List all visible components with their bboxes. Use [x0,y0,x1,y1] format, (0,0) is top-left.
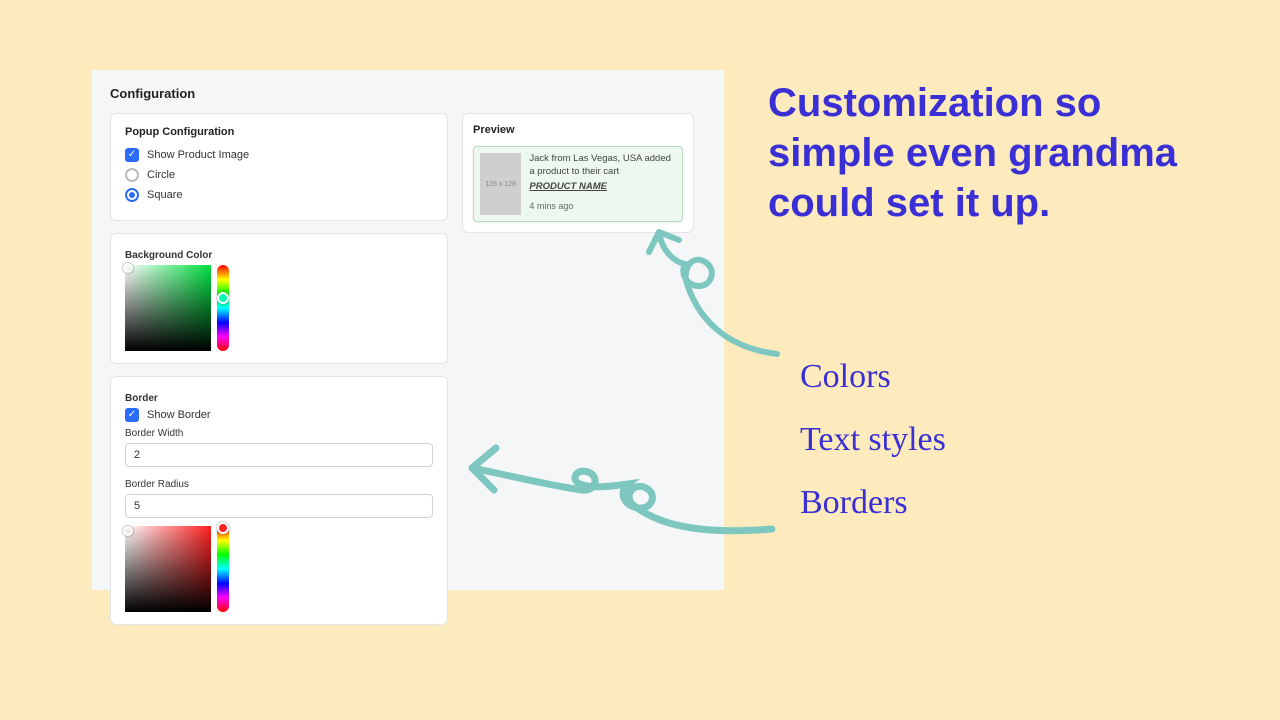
preview-thumbnail: 128 x 128 [480,153,521,215]
popup-config-card: Popup Configuration ✓ Show Product Image… [110,113,448,221]
bullet-borders: Borders [800,472,946,535]
popup-config-title: Popup Configuration [125,126,433,138]
show-product-image-label: Show Product Image [147,149,249,161]
configuration-panel: Configuration Popup Configuration ✓ Show… [92,70,724,590]
border-radius-input[interactable] [125,494,433,518]
preview-timestamp: 4 mins ago [529,201,676,211]
border-color-hue-slider[interactable] [217,526,229,612]
background-color-card: Background Color [110,233,448,364]
shape-circle-radio[interactable] [125,168,139,182]
page-title: Configuration [110,86,706,101]
border-radius-label: Border Radius [125,479,433,490]
background-color-label: Background Color [125,250,433,261]
shape-square-label: Square [147,189,182,201]
marketing-headline: Customization so simple even grandma cou… [768,78,1238,228]
border-title: Border [125,393,433,404]
border-width-label: Border Width [125,428,433,439]
bg-color-saturation-picker[interactable] [125,265,211,351]
preview-product-name: PRODUCT NAME [529,181,676,194]
preview-message: Jack from Las Vegas, USA added a product… [529,153,676,179]
border-width-input[interactable] [125,443,433,467]
show-border-label: Show Border [147,409,211,421]
preview-card: Preview 128 x 128 Jack from Las Vegas, U… [462,113,694,233]
show-border-checkbox[interactable]: ✓ [125,408,139,422]
bullet-colors: Colors [800,346,946,409]
bullet-text-styles: Text styles [800,409,946,472]
shape-square-radio[interactable] [125,188,139,202]
border-color-saturation-picker[interactable] [125,526,211,612]
preview-title: Preview [473,124,683,136]
show-product-image-checkbox[interactable]: ✓ [125,148,139,162]
marketing-bullets: Colors Text styles Borders [800,346,946,535]
settings-column: Popup Configuration ✓ Show Product Image… [110,113,448,637]
bg-color-hue-slider[interactable] [217,265,229,351]
border-card: Border ✓ Show Border Border Width Border… [110,376,448,625]
shape-circle-label: Circle [147,169,175,181]
preview-popup: 128 x 128 Jack from Las Vegas, USA added… [473,146,683,222]
preview-thumbnail-placeholder: 128 x 128 [485,181,516,188]
preview-column: Preview 128 x 128 Jack from Las Vegas, U… [462,113,694,637]
